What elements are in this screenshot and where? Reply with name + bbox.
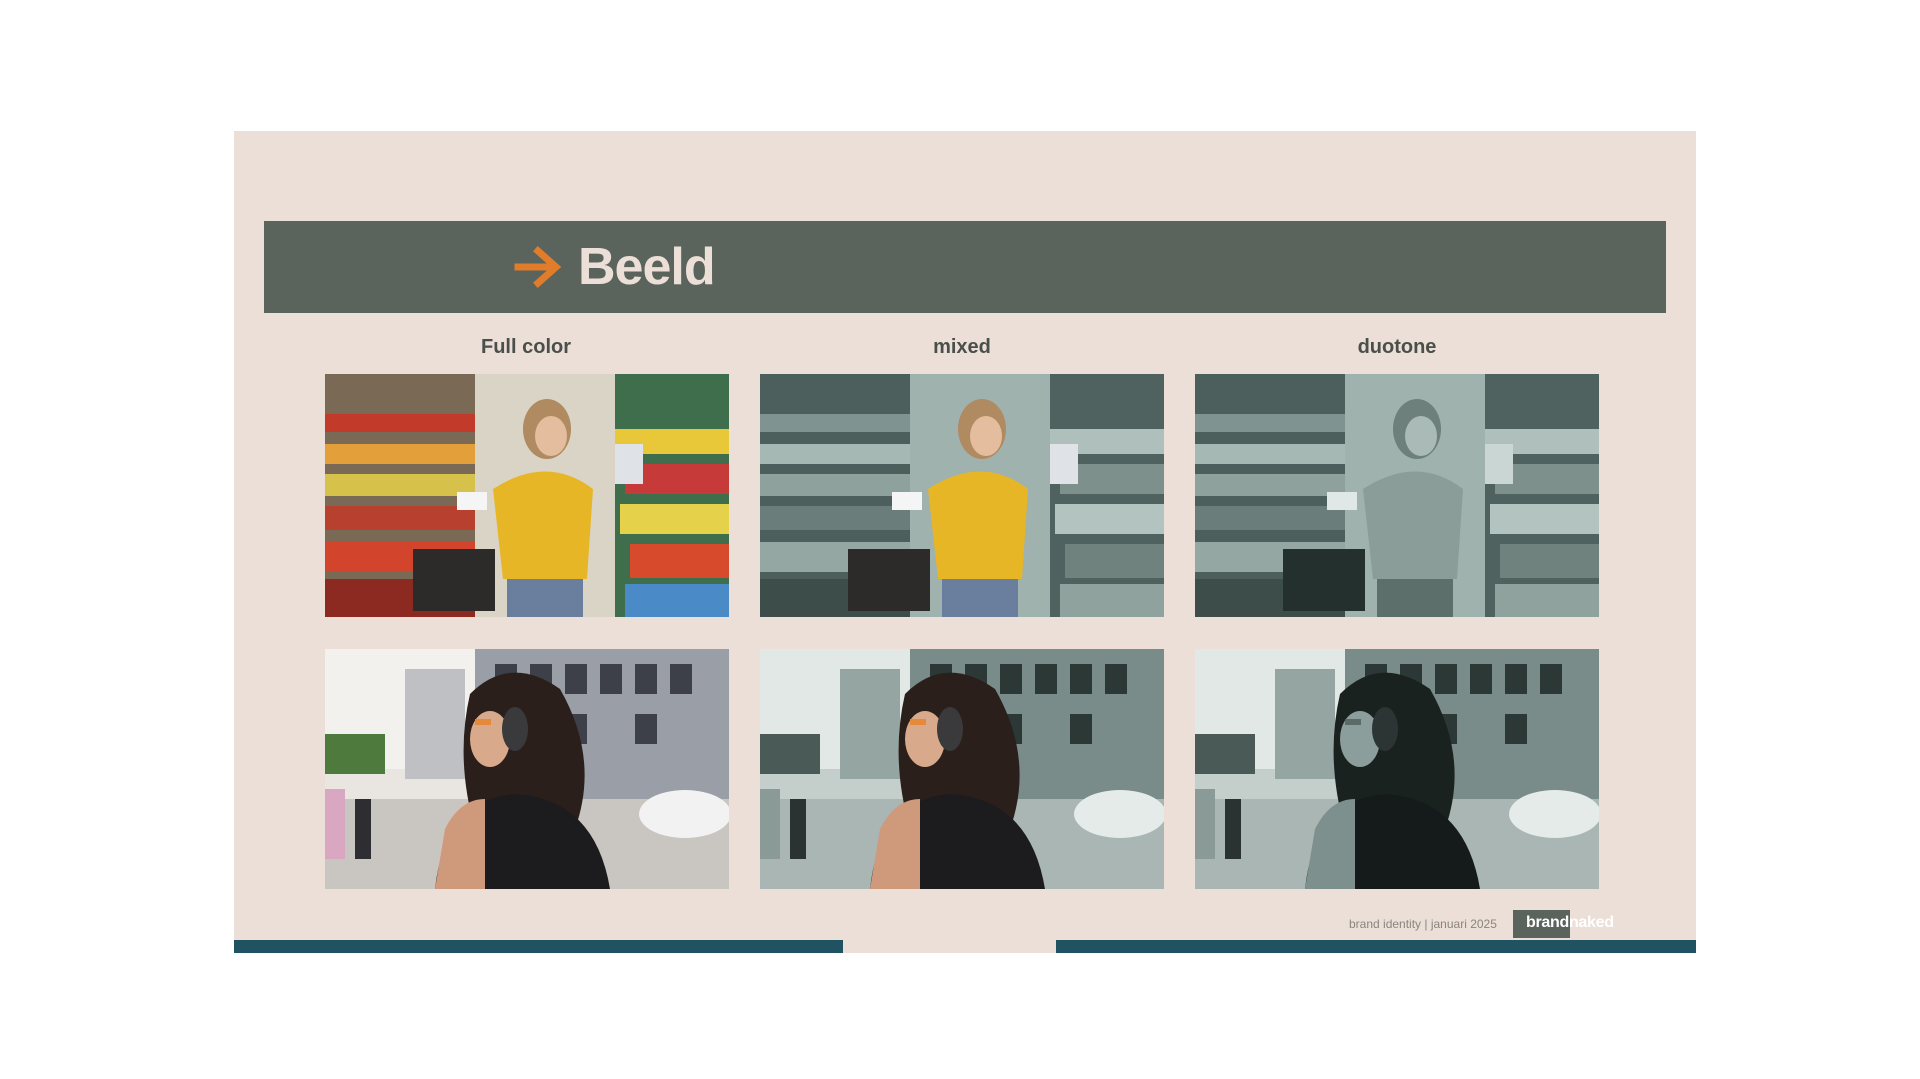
photo-street-duotone	[1195, 649, 1599, 889]
brand-logo-text: brandnaked	[1526, 914, 1614, 931]
column-label-duotone: duotone	[1357, 336, 1437, 358]
photo-supermarket-mixed	[760, 374, 1164, 617]
page-title: Beeld	[578, 238, 716, 296]
column-label-mixed: mixed	[933, 336, 991, 358]
slide: Beeld Full color mixed duotone brand ide…	[234, 131, 1696, 953]
arrow-right-icon	[514, 246, 562, 288]
bottom-bar-left	[234, 940, 843, 953]
footer-caption: brand identity | januari 2025	[1349, 917, 1497, 931]
bottom-bar-right	[1056, 940, 1696, 953]
photo-supermarket-full-color	[325, 374, 729, 617]
title-banner: Beeld	[264, 221, 1666, 313]
photo-street-mixed	[760, 649, 1164, 889]
photo-supermarket-duotone	[1195, 374, 1599, 617]
photo-street-full-color	[325, 649, 729, 889]
column-label-full-color: Full color	[481, 336, 571, 358]
